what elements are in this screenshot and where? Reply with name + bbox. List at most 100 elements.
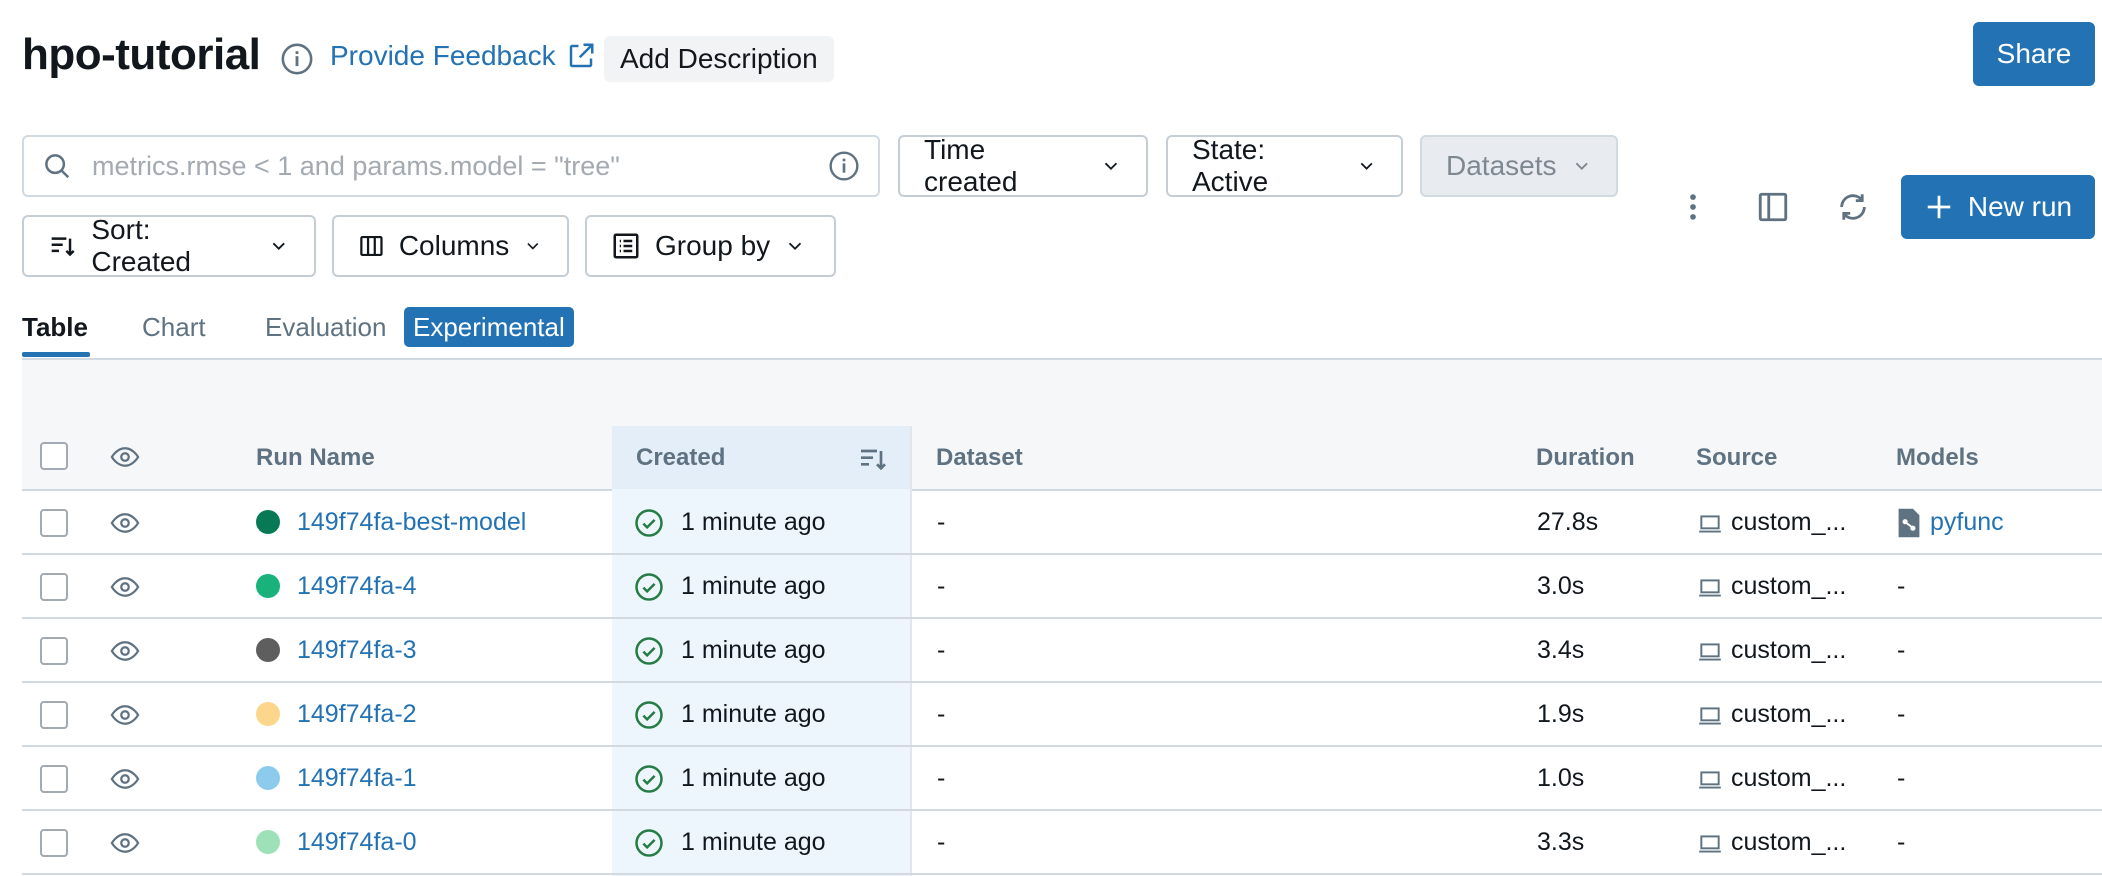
eye-icon[interactable] (108, 828, 142, 858)
models-value: - (1897, 700, 1906, 728)
run-color-dot[interactable] (256, 510, 280, 534)
source-value[interactable]: custom_... (1731, 828, 1846, 857)
run-color-dot[interactable] (256, 702, 280, 726)
run-name-link[interactable]: 149f74fa-3 (297, 636, 417, 665)
share-button[interactable]: Share (1973, 22, 2095, 86)
row-checkbox[interactable] (40, 765, 68, 793)
dataset-value: - (937, 700, 946, 728)
kebab-menu-icon (1690, 194, 1696, 220)
check-circle-icon (635, 765, 663, 793)
created-time: 1 minute ago (681, 572, 826, 600)
eye-icon[interactable] (108, 700, 142, 730)
more-options-button[interactable] (1671, 185, 1715, 229)
plus-icon (1927, 195, 1951, 219)
toggle-sidebar-button[interactable] (1751, 185, 1795, 229)
search-icon (45, 154, 70, 179)
new-run-button[interactable]: New run (1901, 175, 2095, 239)
refresh-icon (1840, 194, 1866, 220)
duration-value: 1.9s (1537, 700, 1585, 728)
columns-label: Columns (398, 230, 510, 261)
select-all-checkbox[interactable] (40, 442, 68, 470)
provide-feedback-link[interactable]: Provide Feedback (330, 40, 596, 72)
created-time: 1 minute ago (681, 508, 826, 536)
duration-value: 1.0s (1537, 764, 1585, 792)
sort-dropdown[interactable]: Sort: Created (22, 214, 316, 277)
eye-icon[interactable] (108, 442, 142, 472)
chevron-down-icon (1104, 162, 1118, 171)
check-circle-icon (635, 701, 663, 729)
run-name-link[interactable]: 149f74fa-0 (297, 828, 417, 857)
source-value[interactable]: custom_... (1731, 700, 1846, 729)
run-color-dot[interactable] (256, 766, 280, 790)
add-description-button[interactable]: Add Description (604, 36, 834, 82)
models-value: - (1897, 572, 1906, 600)
laptop-icon (1699, 707, 1721, 725)
run-color-dot[interactable] (256, 830, 280, 854)
dataset-value: - (937, 636, 946, 664)
active-tab-indicator (22, 352, 90, 357)
info-icon[interactable] (280, 42, 314, 76)
created-time: 1 minute ago (681, 700, 826, 728)
duration-value: 3.4s (1537, 636, 1585, 664)
model-file-icon (1898, 508, 1920, 538)
dataset-value: - (937, 764, 946, 792)
chevron-down-icon (789, 242, 802, 251)
created-time: 1 minute ago (681, 828, 826, 856)
source-value[interactable]: custom_... (1731, 636, 1846, 665)
sort-descending-icon[interactable] (856, 443, 890, 475)
tab-table[interactable]: Table (22, 312, 88, 343)
check-circle-icon (635, 573, 663, 601)
column-header-created[interactable]: Created (636, 444, 725, 472)
refresh-button[interactable] (1831, 185, 1875, 229)
created-time: 1 minute ago (681, 764, 826, 792)
eye-icon[interactable] (108, 764, 142, 794)
duration-value: 27.8s (1537, 508, 1599, 536)
provide-feedback-label: Provide Feedback (330, 40, 556, 71)
run-name-link[interactable]: 149f74fa-1 (297, 764, 417, 793)
column-header-source[interactable]: Source (1696, 444, 1777, 472)
source-value[interactable]: custom_... (1731, 764, 1846, 793)
run-color-dot[interactable] (256, 638, 280, 662)
search-info-icon[interactable] (828, 150, 860, 182)
column-header-run-name[interactable]: Run Name (256, 444, 375, 472)
group-by-dropdown[interactable]: Group by (585, 215, 836, 277)
source-value[interactable]: custom_... (1731, 508, 1846, 537)
dataset-value: - (937, 828, 946, 856)
column-header-models[interactable]: Models (1896, 444, 1979, 472)
tab-chart[interactable]: Chart (142, 312, 206, 343)
run-name-link[interactable]: 149f74fa-2 (297, 700, 417, 729)
tab-evaluation[interactable]: Evaluation (265, 312, 386, 343)
row-checkbox[interactable] (40, 701, 68, 729)
row-checkbox[interactable] (40, 509, 68, 537)
columns-icon (360, 235, 383, 257)
time-created-dropdown[interactable]: Time created (898, 134, 1148, 197)
source-value[interactable]: custom_... (1731, 572, 1846, 601)
column-header-duration[interactable]: Duration (1536, 444, 1635, 472)
run-color-dot[interactable] (256, 574, 280, 598)
datasets-dropdown: Datasets (1420, 135, 1618, 197)
run-name-link[interactable]: 149f74fa-best-model (297, 508, 526, 537)
columns-dropdown[interactable]: Columns (332, 215, 569, 277)
row-checkbox[interactable] (40, 637, 68, 665)
models-value: - (1897, 636, 1906, 664)
eye-icon[interactable] (108, 636, 142, 666)
column-header-dataset[interactable]: Dataset (936, 444, 1023, 472)
state-dropdown[interactable]: State: Active (1166, 134, 1403, 197)
search-input[interactable] (90, 149, 810, 183)
datasets-label: Datasets (1446, 150, 1557, 181)
chevron-down-icon (1360, 162, 1373, 170)
sidebar-icon (1758, 192, 1788, 222)
eye-icon[interactable] (108, 508, 142, 538)
row-checkbox[interactable] (40, 573, 68, 601)
table-group-header (22, 360, 2102, 428)
models-value: - (1897, 828, 1906, 856)
eye-icon[interactable] (108, 572, 142, 602)
row-checkbox[interactable] (40, 829, 68, 857)
model-link[interactable]: pyfunc (1930, 508, 2004, 537)
laptop-icon (1699, 771, 1721, 789)
new-run-label: New run (1967, 191, 2073, 222)
group-by-label: Group by (655, 230, 771, 261)
search-box (22, 135, 880, 197)
run-name-link[interactable]: 149f74fa-4 (297, 572, 417, 601)
created-time: 1 minute ago (681, 636, 826, 664)
